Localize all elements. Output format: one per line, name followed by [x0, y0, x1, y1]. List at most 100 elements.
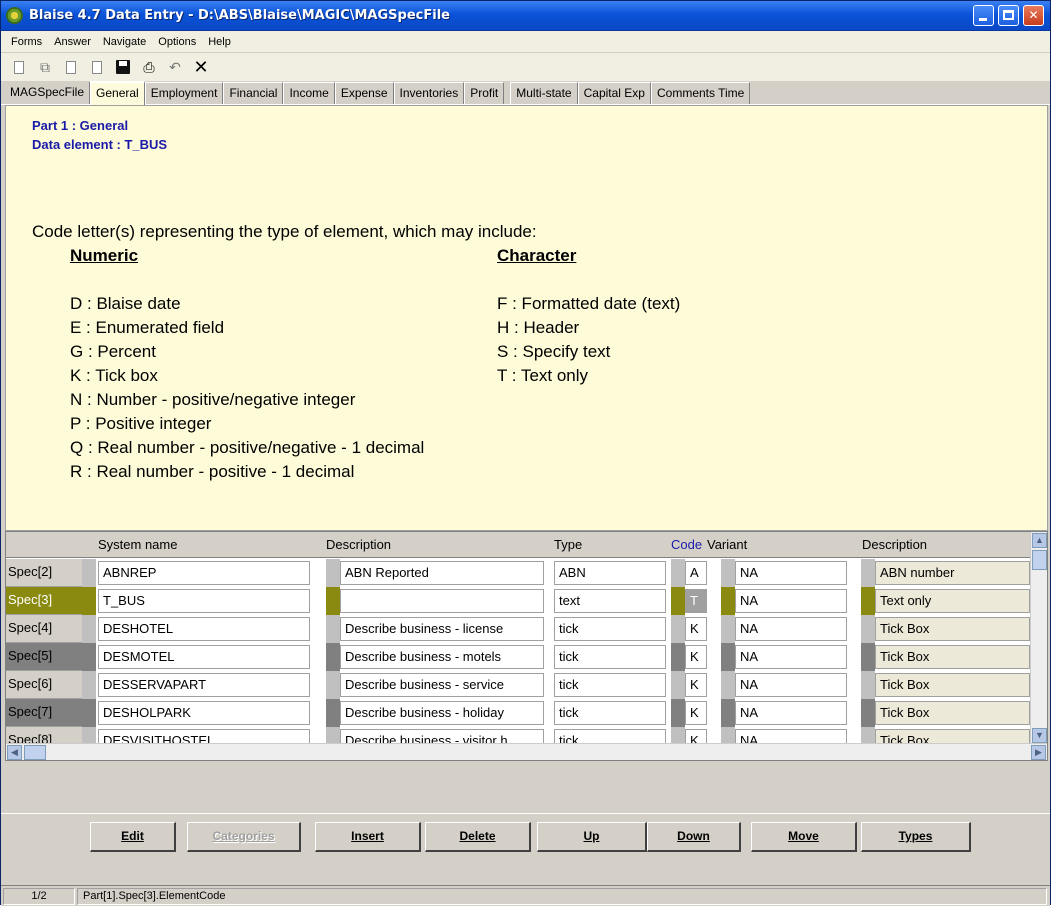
cell-code[interactable]: K [685, 673, 707, 697]
tab-income[interactable]: Income [283, 82, 335, 104]
title-bar[interactable]: Blaise 4.7 Data Entry - D:\ABS\Blaise\MA… [1, 1, 1050, 31]
menu-navigate[interactable]: Navigate [97, 36, 152, 48]
row-label[interactable]: Spec[3] [6, 587, 82, 615]
maximize-button[interactable] [998, 5, 1019, 26]
cell-type[interactable]: tick [554, 617, 666, 641]
cell-variant[interactable]: NA [735, 673, 847, 697]
delete-button[interactable]: Delete [425, 822, 531, 852]
menu-forms[interactable]: Forms [5, 36, 48, 48]
scroll-left-icon[interactable]: ◀ [7, 745, 22, 760]
cell-desc[interactable]: ABN Reported [340, 561, 544, 585]
down-button[interactable]: Down [647, 822, 741, 852]
cell-system[interactable]: DESHOLPARK [98, 701, 310, 725]
header-description[interactable]: Description [326, 537, 391, 552]
row-label[interactable]: Spec[5] [6, 643, 82, 671]
insert-button[interactable]: Insert [315, 822, 421, 852]
scroll-thumb-horizontal[interactable] [24, 745, 46, 760]
cell-type[interactable]: tick [554, 701, 666, 725]
cell-desc2[interactable]: Tick Box [875, 673, 1030, 697]
scroll-down-icon[interactable]: ▼ [1032, 728, 1047, 743]
cell-variant[interactable]: NA [735, 589, 847, 613]
cell-code[interactable]: K [685, 617, 707, 641]
cell-separator [861, 615, 875, 643]
table-row[interactable]: Spec[2] ABNREP ABN Reported ABN A NA ABN numbe… [6, 559, 1031, 587]
menu-options[interactable]: Options [152, 36, 202, 48]
tab-magspecfile[interactable]: MAGSpecFile [5, 82, 91, 104]
cell-code[interactable]: T [685, 589, 707, 613]
types-button[interactable]: Types [861, 822, 971, 852]
menu-answer[interactable]: Answer [48, 36, 97, 48]
cell-system[interactable]: DESSERVAPART [98, 673, 310, 697]
tab-general[interactable]: General [90, 81, 145, 105]
cell-type[interactable]: tick [554, 645, 666, 669]
print-icon[interactable]: ⎙ [137, 56, 161, 78]
cell-code[interactable]: K [685, 645, 707, 669]
cell-desc[interactable]: Describe business - license [340, 617, 544, 641]
row-label[interactable]: Spec[4] [6, 615, 82, 643]
header-system-name[interactable]: System name [98, 537, 177, 552]
tab-capital-exp[interactable]: Capital Exp [577, 82, 651, 104]
table-row[interactable]: Spec[7] DESHOLPARK Describe business - hol… [6, 699, 1031, 727]
row-label[interactable]: Spec[2] [6, 559, 82, 587]
cell-code[interactable]: K [685, 701, 707, 725]
table-row[interactable]: Spec[3] T_BUS text T NA Text only [6, 587, 1031, 615]
move-button[interactable]: Move [751, 822, 857, 852]
cell-desc2[interactable]: Tick Box [875, 645, 1030, 669]
cell-variant[interactable]: NA [735, 617, 847, 641]
tab-profit[interactable]: Profit [464, 82, 505, 104]
header-variant[interactable]: Variant [707, 537, 747, 552]
cell-separator [861, 671, 875, 699]
header-description-2[interactable]: Description [862, 537, 927, 552]
next-form-icon[interactable] [85, 56, 109, 78]
tab-inventories[interactable]: Inventories [393, 82, 465, 104]
tab-expense[interactable]: Expense [334, 82, 394, 104]
cell-desc2[interactable]: ABN number [875, 561, 1030, 585]
cell-variant[interactable]: NA [735, 561, 847, 585]
header-type[interactable]: Type [554, 537, 582, 552]
cell-system[interactable]: DESHOTEL [98, 617, 310, 641]
cell-desc[interactable]: Describe business - holiday [340, 701, 544, 725]
header-code[interactable]: Code [671, 537, 702, 552]
cell-desc[interactable]: Describe business - motels [340, 645, 544, 669]
undo-icon[interactable]: ↶ [163, 56, 187, 78]
grid-vertical-scrollbar[interactable]: ▲ ▼ [1030, 532, 1047, 744]
cell-type[interactable]: text [554, 589, 666, 613]
cell-desc[interactable]: Describe business - service [340, 673, 544, 697]
save-icon[interactable] [111, 56, 135, 78]
up-button[interactable]: Up [537, 822, 647, 852]
cell-desc[interactable] [340, 589, 544, 613]
cell-variant[interactable]: NA [735, 701, 847, 725]
delete-icon[interactable]: ✕ [189, 56, 213, 78]
table-row[interactable]: Spec[4] DESHOTEL Describe business - licen… [6, 615, 1031, 643]
cell-type[interactable]: tick [554, 673, 666, 697]
edit-button[interactable]: Edit [90, 822, 176, 852]
previous-form-icon[interactable] [59, 56, 83, 78]
cell-system[interactable]: DESMOTEL [98, 645, 310, 669]
scroll-up-icon[interactable]: ▲ [1032, 533, 1047, 548]
tab-employment[interactable]: Employment [144, 82, 224, 104]
scroll-right-icon[interactable]: ▶ [1031, 745, 1046, 760]
categories-button[interactable]: Categories [187, 822, 301, 852]
cell-variant[interactable]: NA [735, 645, 847, 669]
table-row[interactable]: Spec[5] DESMOTEL Describe business - motel… [6, 643, 1031, 671]
copy-form-icon[interactable]: ⧉ [33, 56, 57, 78]
cell-system[interactable]: T_BUS [98, 589, 310, 613]
minimize-button[interactable] [973, 5, 994, 26]
new-form-icon[interactable] [7, 56, 31, 78]
scroll-thumb[interactable] [1032, 550, 1047, 570]
tab-financial[interactable]: Financial [223, 82, 284, 104]
close-button[interactable]: ✕ [1023, 5, 1044, 26]
cell-code[interactable]: A [685, 561, 707, 585]
menu-help[interactable]: Help [202, 36, 237, 48]
cell-type[interactable]: ABN [554, 561, 666, 585]
table-row[interactable]: Spec[6] DESSERVAPART Describe business - s… [6, 671, 1031, 699]
grid-horizontal-scrollbar[interactable]: ◀ ▶ [6, 743, 1047, 760]
cell-desc2[interactable]: Text only [875, 589, 1030, 613]
row-label[interactable]: Spec[6] [6, 671, 82, 699]
cell-desc2[interactable]: Tick Box [875, 701, 1030, 725]
tab-comments-time[interactable]: Comments Time [650, 82, 751, 104]
cell-system[interactable]: ABNREP [98, 561, 310, 585]
tab-multi-state[interactable]: Multi-state [510, 82, 578, 104]
cell-desc2[interactable]: Tick Box [875, 617, 1030, 641]
row-label[interactable]: Spec[7] [6, 699, 82, 727]
